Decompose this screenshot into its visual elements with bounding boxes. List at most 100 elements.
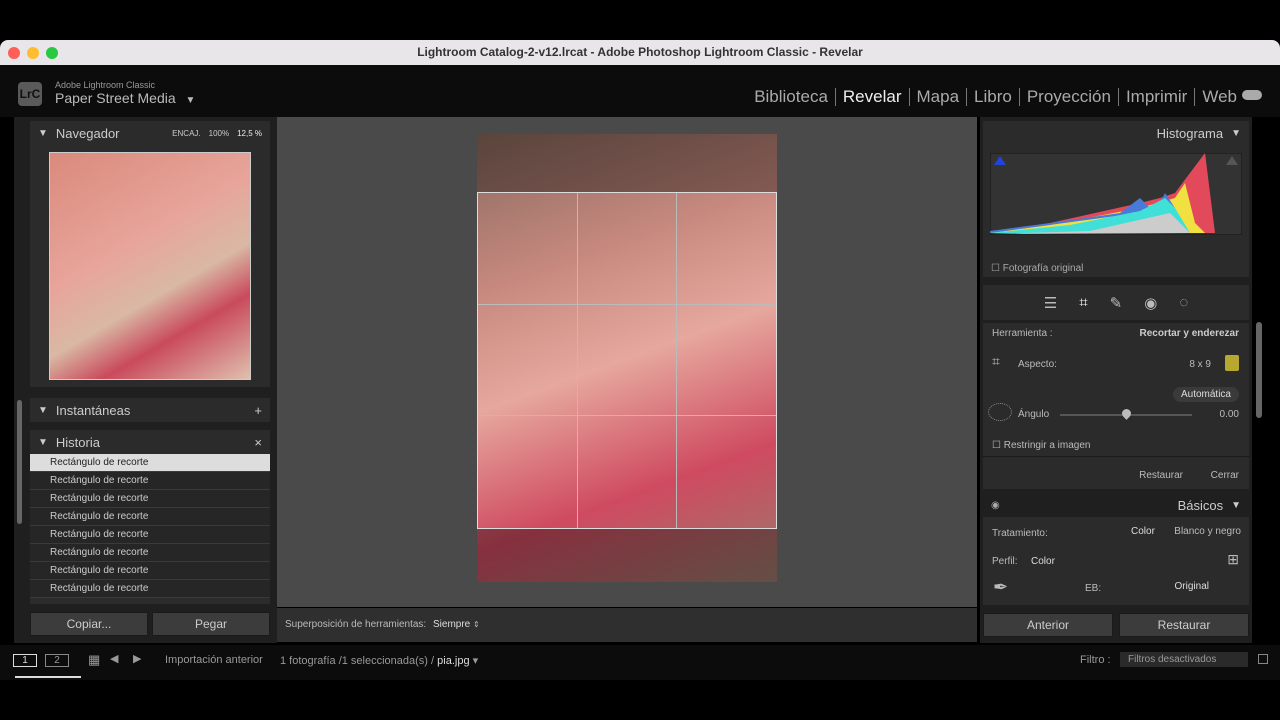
filmstrip-scrollbar[interactable] bbox=[15, 676, 81, 678]
identity-name[interactable]: Paper Street Media ▼ bbox=[55, 90, 195, 106]
level-icon[interactable] bbox=[988, 403, 1012, 421]
filmstrip-source[interactable]: Importación anterior bbox=[165, 654, 263, 666]
overlay-select[interactable]: Siempre bbox=[433, 619, 470, 630]
image-canvas[interactable] bbox=[277, 117, 977, 607]
history-item[interactable]: Rectángulo de recorte bbox=[30, 544, 270, 562]
collapse-icon: ▼ bbox=[1231, 127, 1241, 139]
original-photo-checkbox[interactable]: ☐ Fotografía original bbox=[991, 263, 1083, 274]
healing-icon[interactable]: ✎ bbox=[1110, 294, 1123, 312]
identity-name-text: Paper Street Media bbox=[55, 90, 176, 106]
treatment-label: Tratamiento: bbox=[992, 528, 1048, 539]
second-screen-button[interactable]: 2 bbox=[45, 654, 69, 667]
main-screen-button[interactable]: 1 bbox=[13, 654, 37, 667]
profile-select[interactable]: Color bbox=[1031, 556, 1055, 567]
window-title-bar: Lightroom Catalog-2-v12.lrcat - Adobe Ph… bbox=[0, 40, 1280, 65]
zoom-current[interactable]: 12,5 % bbox=[237, 129, 262, 138]
collapse-icon: ▼ bbox=[38, 404, 48, 416]
eyedropper-icon[interactable]: ✒ bbox=[993, 577, 1008, 598]
sliders-icon[interactable]: ☰ bbox=[1044, 294, 1057, 312]
original-photo-label: Fotografía original bbox=[1002, 263, 1084, 274]
dropdown-icon: ▼ bbox=[185, 95, 196, 106]
eye-icon[interactable]: ◉ bbox=[991, 500, 1000, 511]
zoom-fit[interactable]: ENCAJ. bbox=[172, 129, 200, 138]
history-item[interactable]: Rectángulo de recorte bbox=[30, 526, 270, 544]
module-mapa[interactable]: Mapa bbox=[910, 88, 968, 106]
previous-button[interactable]: Anterior bbox=[983, 613, 1113, 637]
snapshots-title: Instantáneas bbox=[55, 402, 131, 418]
crop-close-button[interactable]: Cerrar bbox=[1211, 470, 1239, 481]
profile-browser-icon[interactable]: ⊞ bbox=[1227, 551, 1239, 568]
angle-value[interactable]: 0.00 bbox=[1220, 409, 1239, 420]
right-panel: Histograma ▼ ☐ Fotografía original ☰ ⌗ ✎ … bbox=[980, 117, 1252, 643]
history-item[interactable]: Rectángulo de recorte bbox=[30, 508, 270, 526]
angle-slider[interactable] bbox=[1060, 407, 1192, 420]
histogram-chart[interactable] bbox=[990, 153, 1242, 235]
zoom-window-button[interactable] bbox=[46, 47, 58, 59]
back-arrow-icon[interactable]: ◀ bbox=[110, 652, 118, 665]
module-picker: Biblioteca Revelar Mapa Libro Proyección… bbox=[747, 88, 1244, 106]
lrc-logo: LrC bbox=[18, 82, 42, 106]
history-item[interactable]: Rectángulo de recorte bbox=[30, 490, 270, 508]
forward-arrow-icon[interactable]: ▶ bbox=[133, 652, 141, 665]
history-title: Historia bbox=[55, 434, 100, 450]
treatment-bw[interactable]: Blanco y negro bbox=[1174, 526, 1241, 537]
histogram-title: Histograma bbox=[1156, 125, 1224, 141]
filter-lock-icon[interactable] bbox=[1258, 654, 1268, 664]
module-revelar[interactable]: Revelar bbox=[836, 88, 910, 106]
module-proyeccion[interactable]: Proyección bbox=[1020, 88, 1119, 106]
histogram-header[interactable]: Histograma ▼ bbox=[983, 121, 1249, 145]
zoom-100[interactable]: 100% bbox=[209, 129, 229, 138]
angle-slider-thumb[interactable] bbox=[1120, 407, 1133, 420]
grid-icon[interactable]: ▦ bbox=[88, 652, 100, 668]
reset-button[interactable]: Restaurar bbox=[1119, 613, 1249, 637]
module-libro[interactable]: Libro bbox=[967, 88, 1020, 106]
history-item[interactable]: Rectángulo de recorte bbox=[30, 580, 270, 598]
history-item[interactable]: Rectángulo de recorte bbox=[30, 562, 270, 580]
navigator-header[interactable]: ▼ Navegador ENCAJ. 100% 12,5 % bbox=[30, 121, 270, 145]
minimize-window-button[interactable] bbox=[27, 47, 39, 59]
app-name: Adobe Lightroom Classic bbox=[55, 80, 156, 90]
crop-frame-icon[interactable]: ⌗ bbox=[992, 353, 1000, 370]
module-web[interactable]: Web bbox=[1195, 88, 1244, 106]
navigator-preview[interactable] bbox=[49, 152, 251, 380]
photo-count: 1 fotografía /1 seleccionada(s) / bbox=[280, 655, 435, 667]
lock-icon[interactable] bbox=[1225, 355, 1239, 371]
crop-mask-top bbox=[477, 134, 777, 192]
constrain-checkbox[interactable]: ☐ Restringir a imagen bbox=[992, 440, 1090, 451]
module-imprimir[interactable]: Imprimir bbox=[1119, 88, 1196, 106]
paste-button[interactable]: Pegar bbox=[152, 612, 270, 636]
wb-select[interactable]: Original bbox=[1175, 581, 1209, 592]
module-biblioteca[interactable]: Biblioteca bbox=[747, 88, 836, 106]
treatment-color[interactable]: Color bbox=[1131, 526, 1155, 537]
crop-reset-button[interactable]: Restaurar bbox=[1139, 470, 1183, 481]
tool-strip: ☰ ⌗ ✎ ◉ ◌ bbox=[983, 285, 1249, 320]
overlay-label: Superposición de herramientas: bbox=[285, 619, 427, 630]
masking-icon[interactable]: ◌ bbox=[1179, 294, 1188, 311]
aspect-label: Aspecto: bbox=[1018, 359, 1057, 370]
filter-select[interactable]: Filtros desactivados bbox=[1120, 652, 1248, 667]
clear-history-icon[interactable]: × bbox=[254, 435, 262, 450]
history-item[interactable]: Rectángulo de recorte bbox=[30, 472, 270, 490]
aspect-select[interactable]: 8 x 9 bbox=[1189, 359, 1211, 370]
filmstrip-info[interactable]: 1 fotografía /1 seleccionada(s) / pia.jp… bbox=[280, 654, 478, 667]
crop-icon[interactable]: ⌗ bbox=[1079, 294, 1087, 311]
basic-title: Básicos bbox=[1177, 497, 1224, 513]
history-item[interactable]: Rectángulo de recorte bbox=[30, 454, 270, 472]
auto-button[interactable]: Automática bbox=[1172, 387, 1239, 402]
left-panel: ▼ Navegador ENCAJ. 100% 12,5 % ▼ Instantán… bbox=[14, 117, 277, 643]
copy-button[interactable]: Copiar... bbox=[30, 612, 148, 636]
right-scrollbar[interactable] bbox=[1256, 322, 1262, 418]
crop-overlay-grid[interactable] bbox=[477, 192, 777, 529]
red-eye-icon[interactable]: ◉ bbox=[1144, 294, 1157, 312]
basic-header[interactable]: ◉ Básicos ▼ bbox=[983, 493, 1249, 517]
cloud-icon[interactable] bbox=[1242, 90, 1262, 100]
add-snapshot-icon[interactable]: + bbox=[254, 403, 262, 418]
close-window-button[interactable] bbox=[8, 47, 20, 59]
left-scrollbar[interactable] bbox=[17, 400, 22, 524]
snapshots-header[interactable]: ▼ Instantáneas + bbox=[30, 398, 270, 422]
filter-label: Filtro : bbox=[1080, 654, 1111, 666]
history-header[interactable]: ▼ Historia × bbox=[30, 430, 270, 454]
basic-panel: Tratamiento: Color Blanco y negro Perfil… bbox=[983, 517, 1249, 605]
filmstrip-bar: 1 2 ▦ ◀ ▶ Importación anterior 1 fotogra… bbox=[0, 645, 1280, 680]
collapse-icon: ▼ bbox=[38, 436, 48, 448]
